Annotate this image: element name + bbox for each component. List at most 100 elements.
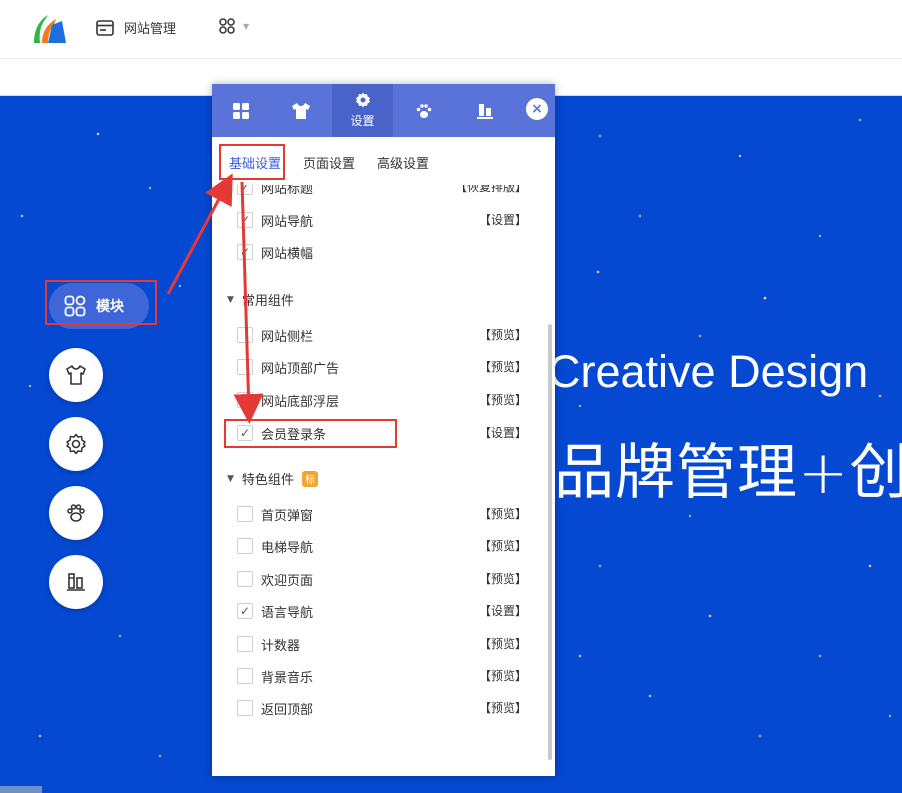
triangle-down-icon: ▼: [227, 294, 234, 305]
item-name: 欢迎页面: [261, 574, 314, 589]
item-action-link[interactable]: 【预览】: [479, 358, 527, 375]
group-common-header[interactable]: ▼ 常用组件: [227, 290, 294, 309]
list-item[interactable]: ✓ 网站导航 【设置】: [212, 204, 555, 236]
item-name: 语言导航: [261, 606, 314, 621]
site-manage-label: 网站管理: [124, 22, 177, 37]
module-highlight-box: [45, 280, 157, 325]
group-title: 特色组件: [241, 473, 294, 488]
books-icon: [67, 573, 85, 591]
panel-tab-bar: 设置 ×: [212, 84, 555, 137]
checkbox[interactable]: [237, 327, 253, 343]
checkbox[interactable]: [237, 668, 253, 684]
premium-badge-icon: 标: [301, 470, 318, 487]
list-item[interactable]: ✓ 网站标题 【恢复排版】: [212, 185, 555, 203]
tab-plugins[interactable]: [395, 84, 453, 137]
shirt-icon: [66, 365, 86, 385]
paw-icon: [67, 504, 85, 522]
item-name: 返回顶部: [261, 703, 314, 718]
panel-scrollbar[interactable]: [548, 324, 552, 760]
list-item[interactable]: ✓ 网站横幅: [212, 236, 555, 268]
checkbox[interactable]: ✓: [237, 603, 253, 619]
list-item[interactable]: 返回顶部 【预览】: [212, 692, 555, 724]
books-icon: [477, 103, 493, 119]
checkbox[interactable]: [237, 636, 253, 652]
item-name: 网站横幅: [261, 247, 314, 262]
list-item[interactable]: 电梯导航 【预览】: [212, 530, 555, 562]
tab-settings[interactable]: 设置: [332, 84, 393, 137]
list-item[interactable]: 欢迎页面 【预览】: [212, 563, 555, 595]
list-item[interactable]: ✓ 语言导航 【设置】: [212, 595, 555, 627]
item-name: 网站顶部广告: [261, 362, 340, 377]
item-name: 电梯导航: [261, 541, 314, 556]
checkbox[interactable]: ✓: [237, 185, 253, 195]
item-action-link[interactable]: 【设置】: [479, 602, 527, 619]
item-name: 网站底部浮层: [261, 395, 340, 410]
item-action-link[interactable]: 【预览】: [479, 326, 527, 343]
subtab-page[interactable]: 页面设置: [303, 153, 355, 172]
item-name: 计数器: [261, 639, 301, 654]
item-name: 网站导航: [261, 215, 314, 230]
group-title: 常用组件: [241, 294, 294, 309]
hero-title-cn: 品牌管理+创意: [554, 438, 902, 508]
caret-down-icon: ▼: [243, 21, 250, 31]
member-login-highlight-box: [224, 419, 397, 448]
plugins-button[interactable]: [49, 486, 103, 540]
settings-panel: 设置 × 基础设置 页面设置 高级设置 ✓ 网站标题 【恢复排版】 ✓ 网站导航…: [212, 84, 555, 776]
hero-title-en: Creative Design: [548, 346, 869, 397]
list-item[interactable]: 网站底部浮层 【预览】: [212, 384, 555, 416]
item-name: 首页弹窗: [261, 509, 314, 524]
item-action-link[interactable]: 【预览】: [479, 391, 527, 408]
checkbox[interactable]: [237, 506, 253, 522]
checkbox[interactable]: [237, 571, 253, 587]
gear-icon: [355, 92, 370, 108]
tab-library[interactable]: [456, 84, 514, 137]
item-name: 网站侧栏: [261, 330, 314, 345]
tab-modules[interactable]: [212, 84, 270, 137]
close-icon: ×: [531, 101, 543, 117]
checkbox[interactable]: ✓: [237, 244, 253, 260]
paw-icon: [416, 103, 432, 118]
apps-menu[interactable]: ▼: [219, 18, 249, 34]
triangle-down-icon: ▼: [227, 473, 234, 484]
basic-settings-highlight-box: [219, 144, 285, 180]
item-action-link[interactable]: 【预览】: [479, 667, 527, 684]
item-action-link[interactable]: 【预览】: [479, 635, 527, 652]
top-bar: 网站管理 ▼: [0, 0, 902, 58]
item-name: 网站标题: [261, 185, 314, 197]
corner-strip: [0, 786, 42, 793]
list-item[interactable]: 网站侧栏 【预览】: [212, 319, 555, 351]
checkbox[interactable]: [237, 700, 253, 716]
checkbox[interactable]: ✓: [237, 212, 253, 228]
gear-icon: [66, 433, 86, 455]
item-action-link[interactable]: 【预览】: [479, 570, 527, 587]
shirt-icon: [292, 102, 310, 119]
apps-grid-icon: [219, 18, 235, 34]
list-item[interactable]: 首页弹窗 【预览】: [212, 498, 555, 530]
settings-list: ✓ 网站标题 【恢复排版】 ✓ 网站导航 【设置】 ✓ 网站横幅 ▼ 常用组件 …: [212, 185, 555, 776]
group-featured-header[interactable]: ▼ 特色组件 标: [227, 469, 318, 488]
tab-theme[interactable]: [272, 84, 330, 137]
list-item[interactable]: 网站顶部广告 【预览】: [212, 351, 555, 383]
item-action-link[interactable]: 【预览】: [479, 699, 527, 716]
checkbox[interactable]: [237, 392, 253, 408]
item-action-link[interactable]: 【恢复排版】: [455, 185, 527, 195]
item-name: 背景音乐: [261, 671, 314, 686]
item-action-link[interactable]: 【设置】: [479, 424, 527, 441]
tab-settings-label: 设置: [350, 114, 375, 128]
theme-button[interactable]: [49, 348, 103, 402]
list-item[interactable]: 背景音乐 【预览】: [212, 660, 555, 692]
item-action-link[interactable]: 【预览】: [479, 537, 527, 554]
panel-close-button[interactable]: ×: [526, 98, 548, 120]
checkbox[interactable]: [237, 359, 253, 375]
item-action-link[interactable]: 【预览】: [479, 505, 527, 522]
item-action-link[interactable]: 【设置】: [479, 211, 527, 228]
checkbox[interactable]: [237, 538, 253, 554]
list-item[interactable]: 计数器 【预览】: [212, 628, 555, 660]
grid-icon: [233, 102, 249, 119]
site-manage-menu[interactable]: 网站管理: [96, 18, 176, 37]
app-logo[interactable]: [30, 11, 66, 47]
library-button[interactable]: [49, 555, 103, 609]
settings-button[interactable]: [49, 417, 103, 471]
browser-window-icon: [96, 19, 114, 36]
subtab-advanced[interactable]: 高级设置: [377, 153, 429, 172]
